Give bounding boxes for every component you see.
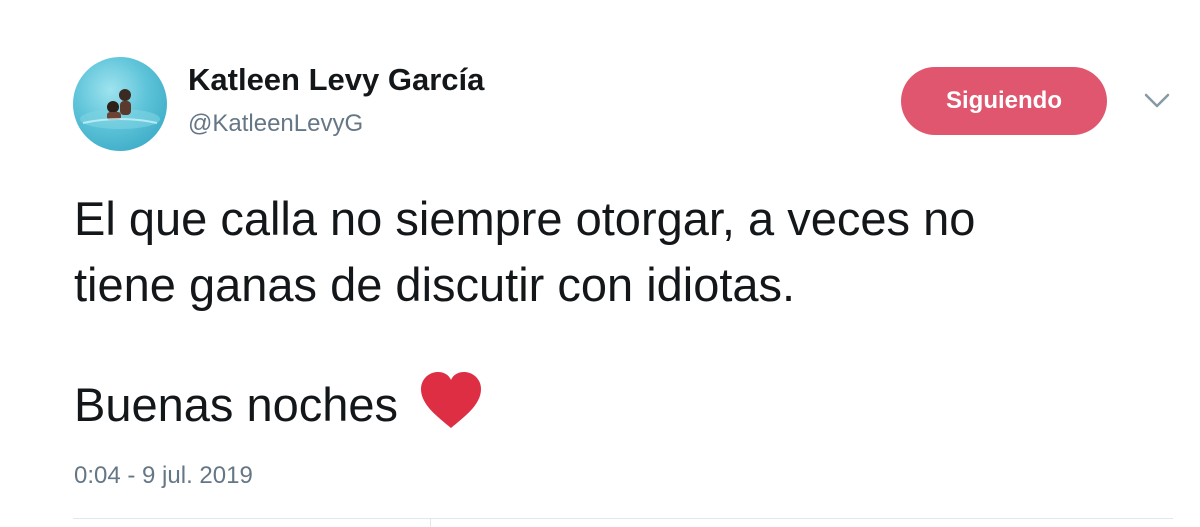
- avatar[interactable]: [73, 57, 167, 151]
- divider-tick: [430, 518, 431, 527]
- chevron-down-icon: [1144, 93, 1170, 108]
- following-button[interactable]: Siguiendo: [901, 67, 1107, 135]
- tweet-text: El que calla no siempre otorgar, a veces…: [74, 192, 976, 311]
- author-display-name[interactable]: Katleen Levy García: [188, 62, 484, 98]
- red-heart-icon: [418, 370, 484, 432]
- divider: [73, 518, 1173, 519]
- tweet-timestamp[interactable]: 0:04 - 9 jul. 2019: [74, 462, 253, 490]
- tweet-card: Katleen Levy García @KatleenLevyG Siguie…: [0, 0, 1200, 527]
- tweet-menu-button[interactable]: [1143, 92, 1171, 110]
- author-handle[interactable]: @KatleenLevyG: [188, 110, 363, 138]
- avatar-photo-icon: [80, 89, 160, 129]
- tweet-greeting: Buenas noches: [74, 378, 399, 431]
- tweet-greeting-line: Buenas noches: [74, 372, 484, 438]
